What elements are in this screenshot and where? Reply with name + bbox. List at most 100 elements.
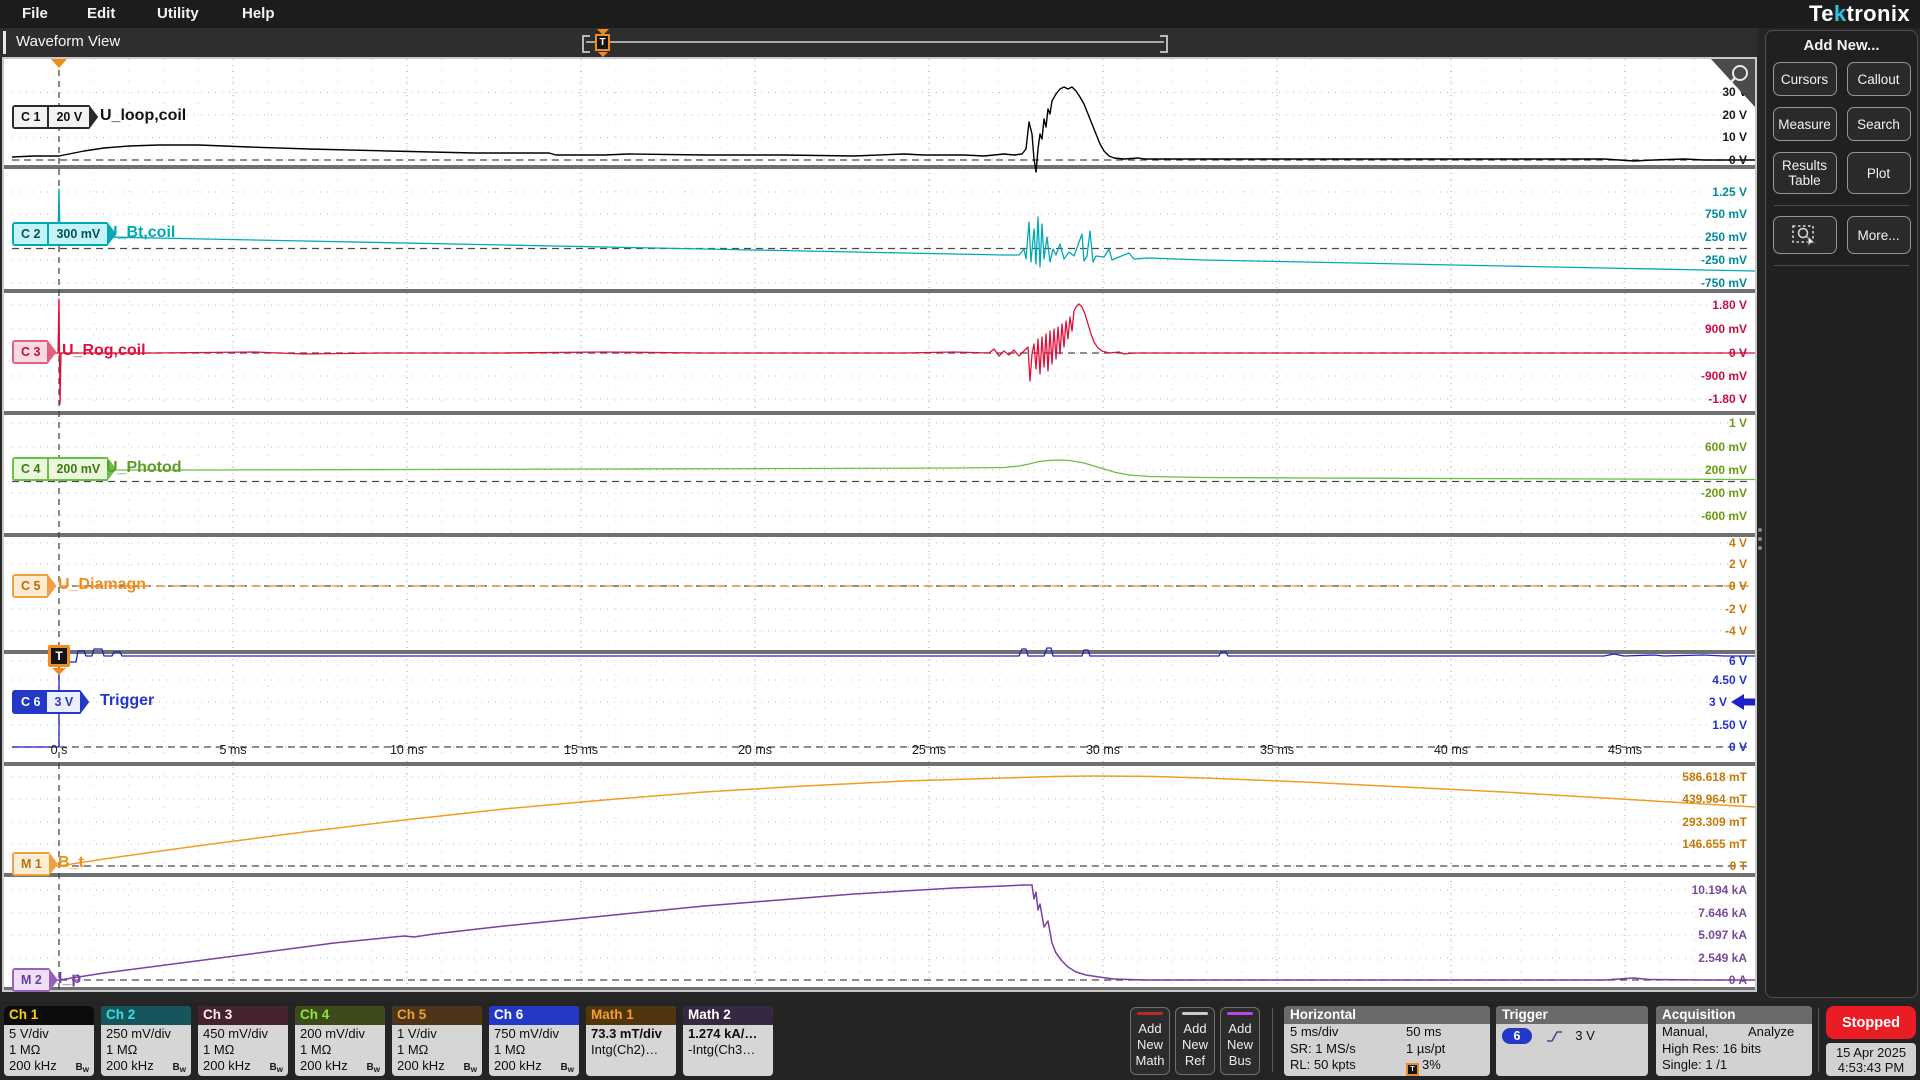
trigger-panel[interactable]: Trigger 6 3 V <box>1496 1006 1648 1076</box>
bandwidth-badge: Bw <box>270 1060 283 1076</box>
axis-tick: 4.50 V <box>1712 673 1747 687</box>
axis-tick: -2 V <box>1725 602 1747 616</box>
waveforms <box>4 59 1755 990</box>
axis-tick: -1.80 V <box>1708 392 1747 406</box>
axis-tick: -250 mV <box>1701 253 1747 267</box>
label-m1[interactable]: B_t <box>58 854 84 872</box>
menu-bar: File Edit Utility Help Tektronix <box>0 0 1920 28</box>
axis-tick: 1.25 V <box>1712 185 1747 199</box>
math2-card[interactable]: Math 2 1.274 kA/…-Intg(Ch3… <box>683 1006 773 1076</box>
bandwidth-badge: Bw <box>76 1060 89 1076</box>
panel-divider-handle[interactable] <box>1758 528 1762 550</box>
measure-button[interactable]: Measure <box>1773 107 1837 141</box>
trigger-t-marker[interactable]: T <box>48 645 70 667</box>
axis-tick: 10.194 kA <box>1692 883 1747 897</box>
add-new-math-button[interactable]: Add New Math <box>1130 1007 1170 1075</box>
axis-tick: -750 mV <box>1701 276 1747 290</box>
badge-c6[interactable]: C 6 3 V <box>12 690 89 714</box>
divider <box>1818 1008 1819 1072</box>
label-c3[interactable]: U_Rog,coil <box>62 342 146 360</box>
badge-c5[interactable]: C 5 <box>12 574 56 598</box>
label-c6[interactable]: Trigger <box>100 692 154 710</box>
label-c4[interactable]: U_Photod <box>106 459 182 477</box>
badge-m2[interactable]: M 2 <box>12 968 58 992</box>
trace-c6 <box>12 648 1755 747</box>
menu-file[interactable]: File <box>22 5 48 22</box>
more-button[interactable]: More... <box>1847 216 1911 254</box>
axis-tick: 6 V <box>1729 654 1747 668</box>
results-table-button[interactable]: Results Table <box>1773 152 1837 194</box>
right-sidebar: Add New... Cursors Callout Measure Searc… <box>1765 30 1918 998</box>
plot-button[interactable]: Plot <box>1847 152 1911 194</box>
add-new-ref-button[interactable]: Add New Ref <box>1175 1007 1215 1075</box>
axis-tick: 586.618 mT <box>1682 770 1747 784</box>
rising-edge-icon <box>1546 1029 1564 1043</box>
menu-help[interactable]: Help <box>242 5 275 22</box>
trigger-t-icon: T <box>1406 1063 1419 1076</box>
horizontal-panel[interactable]: Horizontal 5 ms/div50 ms SR: 1 MS/s1 µs/… <box>1284 1006 1490 1076</box>
ch1-card[interactable]: Ch 1 5 V/div1 MΩ 200 kHzBw <box>4 1006 94 1076</box>
axis-tick: 439.964 mT <box>1682 792 1747 806</box>
menu-edit[interactable]: Edit <box>87 5 115 22</box>
bandwidth-badge: Bw <box>464 1060 477 1076</box>
trigger-source-badge: 6 <box>1502 1028 1532 1044</box>
bandwidth-badge: Bw <box>561 1060 574 1076</box>
acquisition-panel[interactable]: Acquisition Manual,Analyze High Res: 16 … <box>1656 1006 1812 1076</box>
axis-tick: 4 V <box>1729 536 1747 550</box>
add-new-bus-button[interactable]: Add New Bus <box>1220 1007 1260 1075</box>
badge-c3[interactable]: C 3 <box>12 340 56 364</box>
oscilloscope-app: File Edit Utility Help Tektronix Wavefor… <box>0 0 1920 1080</box>
time-tick: 25 ms <box>912 743 946 757</box>
zoom-select-icon <box>1791 223 1819 247</box>
label-m2[interactable]: I_p <box>58 970 81 988</box>
ruler-trigger-marker-icon[interactable]: T <box>594 29 611 56</box>
trigger-position-icon[interactable] <box>51 59 67 68</box>
search-button[interactable]: Search <box>1847 107 1911 141</box>
badge-m1[interactable]: M 1 <box>12 852 58 876</box>
axis-tick: 1 V <box>1729 416 1747 430</box>
trace-c2 <box>12 189 1755 271</box>
time-tick: 35 ms <box>1260 743 1294 757</box>
axis-tick: 900 mV <box>1705 322 1747 336</box>
math1-card[interactable]: Math 1 73.3 mT/divIntg(Ch2)… <box>586 1006 676 1076</box>
run-stop-status-button[interactable]: Stopped <box>1826 1006 1916 1039</box>
datetime-display: 15 Apr 2025 4:53:43 PM <box>1826 1043 1916 1076</box>
ch6-card[interactable]: Ch 6 750 mV/div1 MΩ 200 kHzBw <box>489 1006 579 1076</box>
trigger-level-arrow[interactable] <box>1731 694 1755 710</box>
trace-c4 <box>12 460 1755 480</box>
ruler-line <box>586 41 1164 43</box>
ruler-left-bracket <box>582 35 590 53</box>
badge-c2[interactable]: C 2 300 mV <box>12 222 116 246</box>
label-c5[interactable]: U_Diamagn <box>58 576 146 594</box>
menu-utility[interactable]: Utility <box>157 5 199 22</box>
zoom-select-button[interactable] <box>1773 216 1837 254</box>
axis-tick: 1.80 V <box>1712 298 1747 312</box>
time-tick: 40 ms <box>1434 743 1468 757</box>
badge-c4[interactable]: C 4 200 mV <box>12 457 116 481</box>
time-tick: 5 ms <box>219 743 246 757</box>
label-c2[interactable]: U_Bt,coil <box>106 224 175 242</box>
axis-tick: 0 T <box>1730 859 1747 873</box>
waveform-plot[interactable]: 30 V 20 V 10 V 0 V 1.25 V 750 mV 250 mV … <box>2 57 1757 992</box>
trigger-t-icon: T <box>595 34 610 51</box>
time-tick: 15 ms <box>564 743 598 757</box>
tab-accent <box>3 31 6 54</box>
badge-c1[interactable]: C 1 20 V <box>12 105 98 129</box>
time-text: 4:53:43 PM <box>1838 1060 1905 1075</box>
axis-tick: 7.646 kA <box>1698 906 1747 920</box>
label-c1[interactable]: U_loop,coil <box>100 107 186 125</box>
axis-tick: 293.309 mT <box>1682 815 1747 829</box>
bandwidth-badge: Bw <box>367 1060 380 1076</box>
axis-tick: 2 V <box>1729 557 1747 571</box>
settings-bar: Ch 1 5 V/div1 MΩ 200 kHzBw Ch 2 250 mV/d… <box>0 1002 1920 1080</box>
ch2-card[interactable]: Ch 2 250 mV/div1 MΩ 200 kHzBw <box>101 1006 191 1076</box>
ch4-card[interactable]: Ch 4 200 mV/div1 MΩ 200 kHzBw <box>295 1006 385 1076</box>
pan-zoom-ruler[interactable]: T <box>586 28 1164 57</box>
cursors-button[interactable]: Cursors <box>1773 62 1837 96</box>
ch3-card[interactable]: Ch 3 450 mV/div1 MΩ 200 kHzBw <box>198 1006 288 1076</box>
callout-button[interactable]: Callout <box>1847 62 1911 96</box>
divider <box>1774 205 1909 206</box>
ch5-card[interactable]: Ch 5 1 V/div1 MΩ 200 kHzBw <box>392 1006 482 1076</box>
tab-waveform-view[interactable]: Waveform View <box>16 33 120 50</box>
time-tick: 30 ms <box>1086 743 1120 757</box>
